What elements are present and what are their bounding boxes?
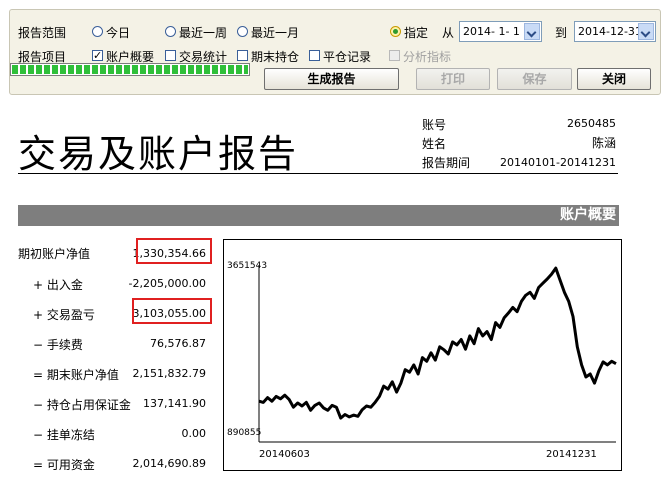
- radio-today-label[interactable]: 今日: [106, 24, 130, 41]
- row-value: 2,151,832.79: [132, 367, 206, 380]
- x-tick-label: 20140603: [259, 449, 310, 460]
- row-label: + 出入金: [33, 278, 83, 292]
- from-date-picker[interactable]: 2014- 1- 1: [459, 21, 542, 42]
- account-value: 2650485: [567, 117, 616, 130]
- name-label: 姓名: [422, 137, 447, 151]
- row-label: − 挂单冻结: [33, 428, 95, 442]
- radio-circle-selected[interactable]: [390, 26, 401, 37]
- checkbox-box-disabled: [389, 50, 400, 61]
- equity-chart: 3651543 890855 20140603 20141231: [223, 239, 622, 471]
- row-value: 137,141.90: [143, 397, 206, 410]
- from-label: 从: [442, 26, 455, 40]
- radio-custom-label[interactable]: 指定: [404, 24, 428, 41]
- checkbox-analysis-indicators-label: 分析指标: [403, 50, 452, 64]
- period-value: 20140101-20141231: [500, 156, 616, 169]
- row-value: 0.00: [181, 427, 207, 440]
- close-button[interactable]: 关闭: [577, 68, 651, 90]
- checkmark-icon[interactable]: ✓: [92, 50, 103, 61]
- checkbox-box[interactable]: [165, 50, 176, 61]
- radio-circle[interactable]: [237, 26, 248, 37]
- highlight-box: [132, 298, 212, 324]
- report-title: 交易及账户报告: [18, 132, 299, 176]
- x-tick-label: 20141231: [546, 449, 597, 460]
- header-divider: [18, 173, 618, 174]
- checkbox-box[interactable]: [237, 50, 248, 61]
- chevron-down-icon[interactable]: [638, 23, 654, 40]
- radio-circle[interactable]: [165, 26, 176, 37]
- period-label: 报告期间: [422, 156, 471, 170]
- equity-series-line: [258, 266, 617, 420]
- progress-bar: [10, 63, 250, 76]
- radio-circle[interactable]: [92, 26, 103, 37]
- section-header: 账户概要: [18, 205, 619, 226]
- name-value: 陈涵: [591, 136, 616, 150]
- save-button: 保存: [497, 68, 572, 90]
- equity-chart-svg: [258, 265, 617, 443]
- to-date-value: 2014-12-31: [578, 25, 642, 38]
- row-label: − 手续费: [33, 338, 83, 352]
- y-tick-label: 890855: [227, 428, 262, 438]
- y-tick-label: 3651543: [227, 261, 268, 271]
- generate-report-button[interactable]: 生成报告: [264, 68, 399, 90]
- checkbox-close-records-label[interactable]: 平仓记录: [323, 48, 371, 65]
- progress-fill: [12, 65, 248, 74]
- highlight-box: [136, 238, 212, 264]
- checkbox-closing-positions-label[interactable]: 期末持仓: [251, 48, 299, 65]
- radio-last-week-label[interactable]: 最近一周: [179, 24, 227, 41]
- to-date-picker[interactable]: 2014-12-31: [574, 21, 656, 42]
- checkbox-box[interactable]: [309, 50, 320, 61]
- chevron-down-icon[interactable]: [524, 23, 540, 40]
- row-value: 2,014,690.89: [132, 457, 206, 470]
- range-label: 报告范围: [18, 26, 67, 40]
- from-date-value: 2014- 1- 1: [463, 25, 520, 38]
- print-button: 打印: [416, 68, 490, 90]
- row-label: = 期末账户净值: [33, 368, 119, 382]
- account-label: 账号: [422, 118, 447, 132]
- row-value: -2,205,000.00: [128, 277, 206, 290]
- row-label: − 持仓占用保证金: [33, 398, 131, 412]
- to-label: 到: [555, 26, 568, 40]
- row-label: = 可用资金: [33, 458, 95, 472]
- row-label: 期初账户净值: [18, 247, 91, 261]
- row-value: 76,576.87: [150, 337, 206, 350]
- radio-last-month-label[interactable]: 最近一月: [251, 24, 299, 41]
- row-label: + 交易盈亏: [33, 308, 95, 322]
